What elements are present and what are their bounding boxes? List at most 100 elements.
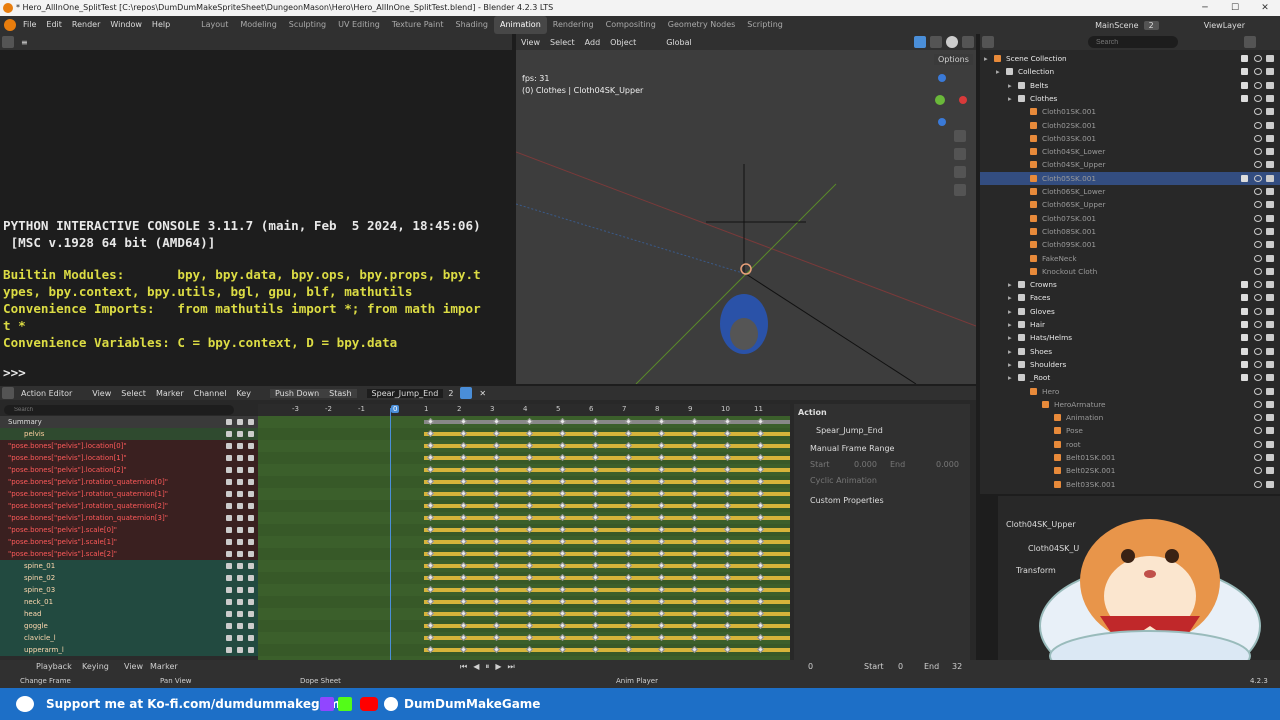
outliner-row[interactable]: ▸ Collection	[980, 65, 1280, 78]
expand-chevron-icon[interactable]: ▸	[1008, 318, 1016, 331]
render-camera-icon[interactable]	[1266, 108, 1274, 116]
outliner-row[interactable]: Cloth02SK.001	[980, 119, 1280, 132]
outliner-row[interactable]: Belt03SK.001	[980, 478, 1280, 491]
channel-wrench-icon[interactable]	[226, 491, 232, 497]
channel-checkbox-icon[interactable]	[237, 491, 243, 497]
visibility-eye-icon[interactable]	[1254, 201, 1262, 209]
channel-lock-icon[interactable]	[248, 431, 254, 437]
viewlayer-selector[interactable]: ViewLayer	[1199, 21, 1250, 30]
workspace-tab-uv-editing[interactable]: UV Editing	[332, 16, 386, 34]
render-camera-icon[interactable]	[1266, 440, 1274, 448]
action-menu-marker[interactable]: Marker	[151, 389, 189, 398]
start-frame-field[interactable]: 0	[898, 662, 903, 671]
expand-chevron-icon[interactable]: ▸	[1008, 291, 1016, 304]
channel-checkbox-icon[interactable]	[237, 527, 243, 533]
exclude-checkbox[interactable]	[1241, 374, 1248, 382]
channel-checkbox-icon[interactable]	[237, 551, 243, 557]
visibility-eye-icon[interactable]	[1254, 81, 1262, 89]
render-camera-icon[interactable]	[1266, 241, 1274, 249]
timeline-view-menu[interactable]: View	[124, 662, 143, 671]
render-camera-icon[interactable]	[1266, 148, 1274, 156]
maximize-button[interactable]: ☐	[1220, 0, 1250, 16]
visibility-eye-icon[interactable]	[1254, 267, 1262, 275]
render-camera-icon[interactable]	[1266, 321, 1274, 328]
outliner-row[interactable]: ▸ Hats/Helms	[980, 331, 1280, 344]
visibility-eye-icon[interactable]	[1254, 427, 1262, 435]
keyframe-track[interactable]	[258, 584, 790, 596]
channel-lock-icon[interactable]	[248, 539, 254, 545]
workspace-tab-animation[interactable]: Animation	[493, 16, 547, 34]
visibility-eye-icon[interactable]	[1254, 121, 1262, 129]
console-prompt[interactable]: >>>	[3, 364, 33, 381]
expand-chevron-icon[interactable]: ▸	[1008, 345, 1016, 358]
workspace-tab-texture-paint[interactable]: Texture Paint	[386, 16, 450, 34]
hamburger-menu-icon[interactable]: ≡	[16, 38, 33, 47]
keyframe-track[interactable]	[258, 500, 790, 512]
render-camera-icon[interactable]	[1266, 134, 1274, 142]
visibility-eye-icon[interactable]	[1254, 414, 1262, 422]
exclude-checkbox[interactable]	[1241, 321, 1248, 328]
channel-row[interactable]: head	[0, 608, 258, 620]
keyframe-track[interactable]	[258, 572, 790, 584]
channel-checkbox-icon[interactable]	[237, 611, 243, 617]
render-camera-icon[interactable]	[1266, 294, 1274, 302]
custom-properties-header[interactable]: Custom Properties	[810, 496, 884, 505]
workspace-tab-scripting[interactable]: Scripting	[741, 16, 789, 34]
zoom-icon[interactable]	[954, 130, 966, 142]
outliner-row[interactable]: root	[980, 438, 1280, 451]
keyframe-track[interactable]	[258, 440, 790, 452]
channel-wrench-icon[interactable]	[226, 575, 232, 581]
playhead-line[interactable]	[390, 408, 391, 660]
render-camera-icon[interactable]	[1266, 254, 1274, 262]
keyframe-track[interactable]	[258, 488, 790, 500]
outliner-search-input[interactable]	[1088, 36, 1178, 48]
channel-row[interactable]: clavicle_l	[0, 632, 258, 644]
channel-row[interactable]: spine_01	[0, 560, 258, 572]
camera-view-icon[interactable]	[954, 166, 966, 178]
outliner-row[interactable]: ▸ Clothes	[980, 92, 1280, 105]
channel-wrench-icon[interactable]	[226, 419, 232, 425]
channel-row[interactable]: "pose.bones["pelvis"].rotation_quaternio…	[0, 512, 258, 524]
expand-chevron-icon[interactable]: ▸	[996, 65, 1004, 78]
keyframe-area[interactable]: -3 -2 -1 0 1 2 3 4 5 6 7 8 9 10 11	[258, 404, 790, 660]
channel-checkbox-icon[interactable]	[237, 515, 243, 521]
visibility-eye-icon[interactable]	[1254, 161, 1262, 169]
outliner-row[interactable]: Cloth07SK.001	[980, 212, 1280, 225]
render-camera-icon[interactable]	[1266, 81, 1274, 89]
channel-checkbox-icon[interactable]	[237, 599, 243, 605]
channel-checkbox-icon[interactable]	[237, 479, 243, 485]
render-camera-icon[interactable]	[1266, 360, 1274, 368]
action-menu-channel[interactable]: Channel	[189, 389, 232, 398]
channel-checkbox-icon[interactable]	[237, 467, 243, 473]
channel-row[interactable]: goggle	[0, 620, 258, 632]
workspace-tab-compositing[interactable]: Compositing	[600, 16, 662, 34]
channel-wrench-icon[interactable]	[226, 431, 232, 437]
expand-chevron-icon[interactable]: ▸	[1008, 92, 1016, 105]
visibility-eye-icon[interactable]	[1254, 148, 1262, 156]
visibility-eye-icon[interactable]	[1254, 347, 1262, 355]
outliner-row[interactable]: Cloth06SK_Lower	[980, 185, 1280, 198]
menu-file[interactable]: File	[18, 16, 41, 34]
channel-wrench-icon[interactable]	[226, 515, 232, 521]
render-camera-icon[interactable]	[1266, 414, 1274, 422]
outliner-row[interactable]: Cloth05SK.001	[980, 171, 1280, 185]
exclude-checkbox[interactable]	[1241, 55, 1248, 62]
keyframe-track[interactable]	[258, 536, 790, 548]
visibility-eye-icon[interactable]	[1254, 55, 1262, 62]
keyframe-track[interactable]	[258, 452, 790, 464]
action-panel-name[interactable]: Spear_Jump_End	[816, 426, 883, 435]
render-camera-icon[interactable]	[1266, 121, 1274, 129]
channel-lock-icon[interactable]	[248, 491, 254, 497]
channel-row[interactable]: "pose.bones["pelvis"].location[1]"	[0, 452, 258, 464]
visibility-eye-icon[interactable]	[1254, 94, 1262, 102]
keyframe-track[interactable]	[258, 644, 790, 656]
channel-lock-icon[interactable]	[248, 635, 254, 641]
outliner-row[interactable]: Hero	[980, 385, 1280, 398]
visibility-eye-icon[interactable]	[1254, 480, 1262, 488]
exclude-checkbox[interactable]	[1241, 360, 1248, 368]
outliner-row[interactable]: Pose	[980, 424, 1280, 437]
expand-chevron-icon[interactable]: ▸	[1008, 79, 1016, 92]
visibility-eye-icon[interactable]	[1254, 440, 1262, 448]
expand-chevron-icon[interactable]: ▸	[1008, 331, 1016, 344]
render-camera-icon[interactable]	[1266, 174, 1274, 182]
